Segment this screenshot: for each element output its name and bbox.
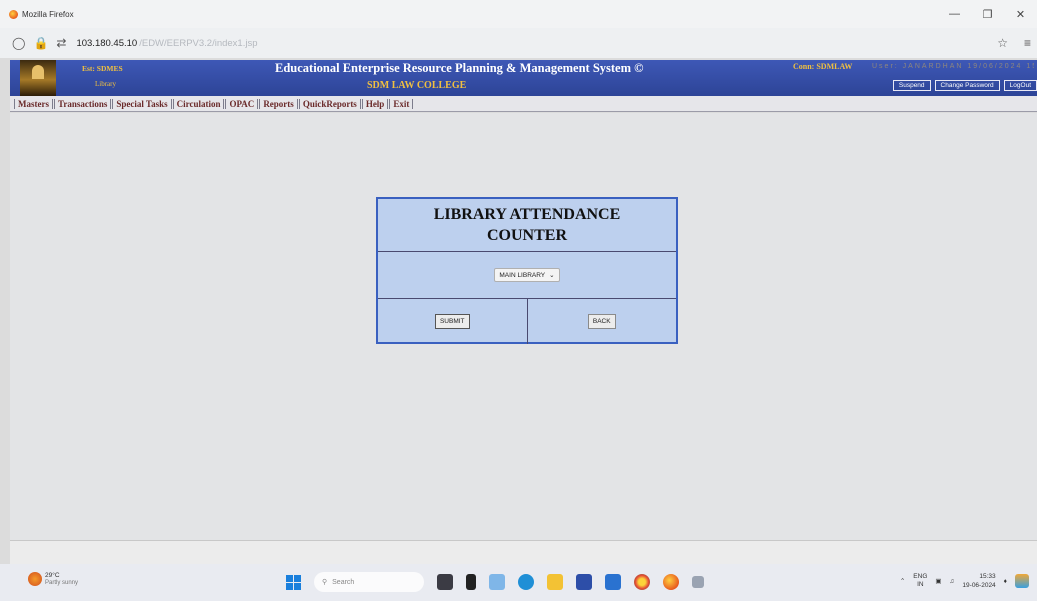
suspend-button[interactable]: Suspend	[892, 80, 931, 91]
shield-icon[interactable]: ◯	[12, 36, 25, 50]
url-host: 103.180.45.10	[76, 37, 138, 49]
permissions-icon[interactable]: ⇄	[56, 36, 66, 50]
chrome-icon[interactable]	[634, 574, 650, 590]
menu-masters[interactable]: Masters	[14, 98, 53, 109]
firefox-icon	[9, 9, 18, 19]
menu-transactions[interactable]: Transactions	[54, 98, 112, 109]
taskbar-apps: ⚲ Search	[286, 572, 704, 592]
firefox-taskbar-icon[interactable]	[663, 574, 679, 590]
taskbar: 29°C Partly sunny ⚲ Search ⌃ ENG IN ▣ ♫ …	[0, 564, 1037, 601]
chevron-down-icon: ⌄	[549, 272, 555, 279]
lock-icon[interactable]: 🔒	[33, 36, 48, 50]
maximize-icon[interactable]: ❐	[971, 0, 1004, 28]
clock-time: 15:33	[979, 573, 996, 580]
window-title: Mozilla Firefox	[22, 9, 74, 19]
windows-start-icon[interactable]	[286, 574, 301, 590]
search-placeholder: Search	[332, 578, 355, 586]
notification-bell-icon[interactable]: ♦	[1004, 578, 1007, 585]
weather-temp: 29°C	[45, 572, 60, 579]
action-row: SUBMIT BACK	[378, 299, 676, 344]
back-button[interactable]: BACK	[587, 314, 616, 329]
app-header: Est: SDMES Library Educational Enterpris…	[10, 60, 1037, 96]
main-menu: Masters Transactions Special Tasks Circu…	[10, 96, 1037, 112]
menu-hamburger-icon[interactable]: ≡	[1024, 36, 1031, 50]
menu-help[interactable]: Help	[361, 98, 389, 109]
app-icon[interactable]	[692, 576, 704, 588]
panel-title-line1: LIBRARY ATTENDANCE	[433, 206, 621, 223]
mail-icon[interactable]	[605, 574, 621, 590]
attendance-counter-panel: LIBRARY ATTENDANCE COUNTER MAIN LIBRARY …	[376, 197, 678, 344]
weather-sun-icon	[28, 572, 42, 586]
url-input[interactable]: 103.180.45.10/EDW/EERPV3.2/index1.jsp	[76, 38, 257, 49]
panel-title: LIBRARY ATTENDANCE COUNTER	[378, 199, 676, 252]
browser-status-strip	[10, 540, 1037, 565]
header-buttons: Suspend Change Password LogOut	[892, 80, 1037, 91]
close-icon[interactable]: ✕	[1004, 0, 1037, 28]
clock[interactable]: 15:33 19-06-2024	[962, 572, 995, 590]
url-path: /EDW/EERPV3.2/index1.jsp	[139, 37, 258, 49]
chevron-up-icon[interactable]: ⌃	[900, 577, 905, 585]
library-select[interactable]: MAIN LIBRARY ⌄	[494, 268, 560, 282]
college-logo	[20, 60, 56, 96]
url-bar-actions: ☆ ≡	[997, 36, 1031, 50]
widgets-icon[interactable]	[489, 574, 505, 590]
menu-exit[interactable]: Exit	[389, 98, 414, 109]
menu-quickreports[interactable]: QuickReports	[298, 98, 361, 109]
library-select-value: MAIN LIBRARY	[499, 271, 546, 279]
change-password-button[interactable]: Change Password	[934, 80, 1000, 91]
url-bar: ◯ 🔒 ⇄ 103.180.45.10/EDW/EERPV3.2/index1.…	[0, 28, 1037, 58]
window-controls: — ❐ ✕	[938, 0, 1037, 28]
submit-cell: SUBMIT	[378, 299, 527, 344]
store-icon[interactable]	[576, 574, 592, 590]
menu-special-tasks[interactable]: Special Tasks	[112, 98, 172, 109]
menu-circulation[interactable]: Circulation	[172, 98, 225, 109]
browser-titlebar: Mozilla Firefox — ❐ ✕	[0, 0, 1037, 28]
system-title: Educational Enterprise Resource Planning…	[275, 61, 644, 75]
menu-opac[interactable]: OPAC	[225, 98, 259, 109]
library-select-row: MAIN LIBRARY ⌄	[378, 252, 676, 299]
bookmark-star-icon[interactable]: ☆	[997, 36, 1008, 50]
language-indicator[interactable]: ENG IN	[913, 573, 927, 589]
minimize-icon[interactable]: —	[938, 0, 971, 28]
est-label: Est: SDMES	[82, 64, 123, 73]
back-cell: BACK	[526, 299, 677, 344]
file-explorer-icon[interactable]	[547, 574, 563, 590]
language-region: IN	[917, 581, 924, 588]
user-info: User: JANARDHAN 19/06/2024 15:32	[872, 63, 1034, 70]
module-label: Library	[95, 80, 116, 88]
menu-reports[interactable]: Reports	[259, 98, 298, 109]
submit-button[interactable]: SUBMIT	[434, 314, 470, 329]
edge-icon[interactable]	[518, 574, 534, 590]
search-icon: ⚲	[322, 579, 328, 586]
terminal-icon[interactable]	[466, 574, 476, 590]
panel-title-line2: COUNTER	[486, 227, 567, 244]
taskbar-search[interactable]: ⚲ Search	[314, 572, 424, 592]
language-code: ENG	[913, 573, 928, 580]
network-icon[interactable]: ▣	[935, 577, 941, 585]
camera-app-icon[interactable]	[437, 574, 453, 590]
system-tray: ⌃ ENG IN ▣ ♫ 15:33 19-06-2024 ♦	[900, 572, 1029, 590]
volume-icon[interactable]: ♫	[950, 578, 955, 585]
weather-widget[interactable]: 29°C Partly sunny	[28, 572, 78, 586]
logout-button[interactable]: LogOut	[1003, 80, 1037, 91]
college-name: SDM LAW COLLEGE	[367, 80, 467, 91]
connection-label: Conn: SDMLAW	[793, 62, 853, 71]
copilot-icon[interactable]	[1015, 574, 1029, 588]
weather-condition: Partly sunny	[45, 580, 79, 586]
clock-date: 19-06-2024	[962, 582, 996, 589]
